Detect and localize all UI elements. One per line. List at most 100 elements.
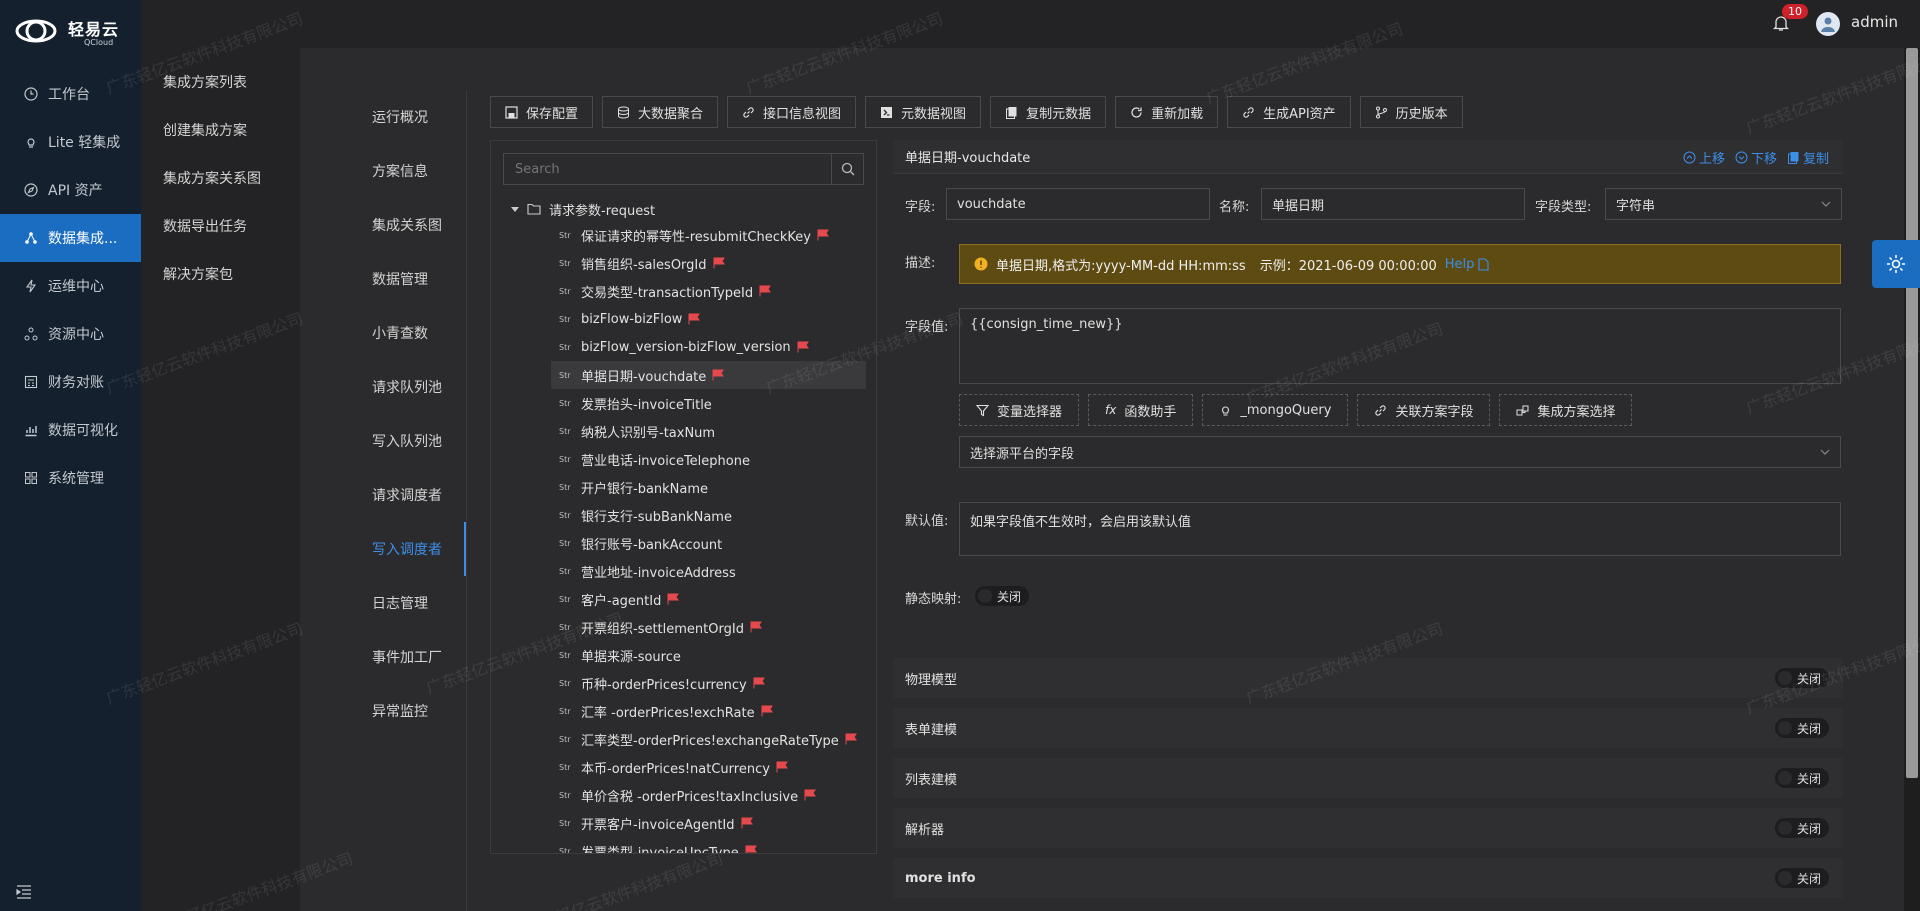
nav-item-finance[interactable]: 财务对账 — [0, 358, 141, 406]
nav-item-visualization[interactable]: 数据可视化 — [0, 406, 141, 454]
function-helper-button[interactable]: fx 函数助手 — [1088, 394, 1194, 426]
section-toggle[interactable]: 关闭 — [1774, 818, 1829, 838]
section-toggle[interactable]: 关闭 — [1774, 768, 1829, 788]
tree-row[interactable]: Str 纳税人识别号-taxNum — [551, 417, 866, 445]
avatar[interactable] — [1816, 12, 1840, 36]
subnav-item-plan-relation[interactable]: 集成方案关系图 — [141, 154, 300, 202]
section-more-info[interactable]: more info 关闭 — [893, 858, 1843, 898]
default-value-textarea[interactable]: 如果字段值不生效时，会启用该默认值 — [959, 502, 1841, 556]
section-toggle[interactable]: 关闭 — [1774, 868, 1829, 888]
tree-row[interactable]: Str 单据来源-source — [551, 641, 866, 669]
tab-overview[interactable]: 运行概况 — [300, 90, 466, 144]
settings-float-button[interactable] — [1872, 240, 1920, 288]
tree-row[interactable]: Str bizFlow_version-bizFlow_version — [551, 333, 866, 361]
nav-item-api[interactable]: API 资产 — [0, 166, 141, 214]
collapse-menu-icon[interactable] — [16, 885, 32, 899]
tab-request-queue[interactable]: 请求队列池 — [300, 360, 466, 414]
tree-row[interactable]: Str 开户银行-bankName — [551, 473, 866, 501]
username[interactable]: admin — [1851, 13, 1898, 31]
copy-metadata-button[interactable]: 复制元数据 — [990, 96, 1107, 128]
metadata-view-button[interactable]: 元数据视图 — [865, 96, 982, 128]
tree-row[interactable]: Str 银行账号-bankAccount — [551, 529, 866, 557]
nav-item-workbench[interactable]: 工作台 — [0, 70, 141, 118]
tree-row[interactable]: Str 本币-orderPrices!natCurrency — [551, 753, 866, 781]
tree-row[interactable]: Str 币种-orderPrices!currency — [551, 669, 866, 697]
subnav-item-solution-package[interactable]: 解决方案包 — [141, 250, 300, 298]
link-plan-field-button[interactable]: 关联方案字段 — [1357, 394, 1491, 426]
string-type-icon: Str — [559, 846, 571, 854]
tab-write-scheduler[interactable]: 写入调度者 — [300, 522, 466, 576]
tree-row[interactable]: Str 单据日期-vouchdate — [551, 361, 866, 389]
tab-exception-monitor[interactable]: 异常监控 — [300, 684, 466, 738]
field-name-input[interactable]: 单据日期 — [1261, 188, 1525, 220]
tree-row[interactable]: Str 开票客户-invoiceAgentId — [551, 809, 866, 837]
tree-row[interactable]: Str 银行支行-subBankName — [551, 501, 866, 529]
logo[interactable]: 轻易云 QCloud — [0, 0, 141, 62]
reload-button[interactable]: 重新加载 — [1115, 96, 1219, 128]
chevron-down-icon — [1821, 201, 1831, 207]
reload-icon — [1131, 106, 1142, 118]
subnav-item-plan-list[interactable]: 集成方案列表 — [141, 58, 300, 106]
nav-item-data-integration[interactable]: 数据集成... — [0, 214, 141, 262]
tree-row[interactable]: Str 营业地址-invoiceAddress — [551, 557, 866, 585]
tree-row[interactable]: Str 客户-agentId — [551, 585, 866, 613]
section-label: more info — [905, 870, 976, 886]
subnav-item-create-plan[interactable]: 创建集成方案 — [141, 106, 300, 154]
source-field-select[interactable]: 选择源平台的字段 — [959, 436, 1841, 468]
tree-search-button[interactable] — [831, 154, 863, 184]
nav-item-lite[interactable]: Lite 轻集成 — [0, 118, 141, 166]
tree-row[interactable]: Str 汇率类型-orderPrices!exchangeRateType — [551, 725, 866, 753]
section-parser[interactable]: 解析器 关闭 — [893, 808, 1843, 848]
tree-row[interactable]: Str 交易类型-transactionTypeId — [551, 277, 866, 305]
static-mapping-toggle[interactable]: 关闭 — [975, 586, 1030, 606]
mongo-query-button[interactable]: _mongoQuery — [1202, 394, 1349, 426]
section-form-model[interactable]: 表单建模 关闭 — [893, 708, 1843, 748]
tab-logs[interactable]: 日志管理 — [300, 576, 466, 630]
move-down-button[interactable]: 下移 — [1735, 148, 1777, 167]
tree-row[interactable]: Str 保证请求的幂等性-resubmitCheckKey — [551, 221, 866, 249]
nav-item-ops[interactable]: 运维中心 — [0, 262, 141, 310]
tree-root-node[interactable]: 请求参数-request — [511, 195, 655, 223]
tree-row[interactable]: Str 汇率 -orderPrices!exchRate — [551, 697, 866, 725]
interface-view-button[interactable]: 接口信息视图 — [727, 96, 857, 128]
tree-row[interactable]: Str 发票类型-invoiceUpcType — [551, 837, 866, 854]
tab-query[interactable]: 小青查数 — [300, 306, 466, 360]
document-icon — [1478, 257, 1489, 271]
section-physical-model[interactable]: 物理模型 关闭 — [893, 658, 1843, 698]
nav-item-system[interactable]: 系统管理 — [0, 454, 141, 502]
subnav-item-data-export[interactable]: 数据导出任务 — [141, 202, 300, 250]
tree-row[interactable]: Str 营业电话-invoiceTelephone — [551, 445, 866, 473]
page-scrollbar-thumb[interactable] — [1906, 48, 1918, 778]
copy-field-button[interactable]: 复制 — [1787, 148, 1829, 167]
tree-row[interactable]: Str 单价含税 -orderPrices!taxInclusive — [551, 781, 866, 809]
tab-event-factory[interactable]: 事件加工厂 — [300, 630, 466, 684]
variable-selector-button[interactable]: 变量选择器 — [959, 394, 1080, 426]
tab-plan-info[interactable]: 方案信息 — [300, 144, 466, 198]
section-toggle[interactable]: 关闭 — [1774, 668, 1829, 688]
tab-data-management[interactable]: 数据管理 — [300, 252, 466, 306]
caret-down-icon[interactable] — [511, 205, 519, 213]
nav-item-resources[interactable]: 资源中心 — [0, 310, 141, 358]
section-list-model[interactable]: 列表建模 关闭 — [893, 758, 1843, 798]
plan-select-button[interactable]: 集成方案选择 — [1499, 394, 1633, 426]
tab-write-queue[interactable]: 写入队列池 — [300, 414, 466, 468]
tab-relation-graph[interactable]: 集成关系图 — [300, 198, 466, 252]
tree-row[interactable]: Str bizFlow-bizFlow — [551, 305, 866, 333]
tree-row[interactable]: Str 开票组织-settlementOrgId — [551, 613, 866, 641]
help-link[interactable]: Help — [1445, 257, 1490, 272]
generate-api-button[interactable]: 生成API资产 — [1227, 96, 1351, 128]
tree-row-label: 开票客户-invoiceAgentId — [581, 817, 735, 833]
field-type-select[interactable]: 字符串 — [1605, 188, 1842, 220]
big-data-aggregate-button[interactable]: 大数据聚合 — [602, 96, 719, 128]
tree-row[interactable]: Str 发票抬头-invoiceTitle — [551, 389, 866, 417]
section-toggle[interactable]: 关闭 — [1774, 718, 1829, 738]
tree-row-label: 营业电话-invoiceTelephone — [581, 453, 750, 469]
move-up-button[interactable]: 上移 — [1683, 148, 1725, 167]
tab-request-scheduler[interactable]: 请求调度者 — [300, 468, 466, 522]
field-key-input[interactable]: vouchdate — [946, 188, 1210, 220]
history-version-button[interactable]: 历史版本 — [1359, 96, 1463, 128]
tree-search-input[interactable] — [504, 154, 831, 184]
field-value-textarea[interactable]: {{consign_time_new}} — [959, 308, 1841, 384]
tree-row[interactable]: Str 销售组织-salesOrgId — [551, 249, 866, 277]
save-config-button[interactable]: 保存配置 — [490, 96, 594, 128]
